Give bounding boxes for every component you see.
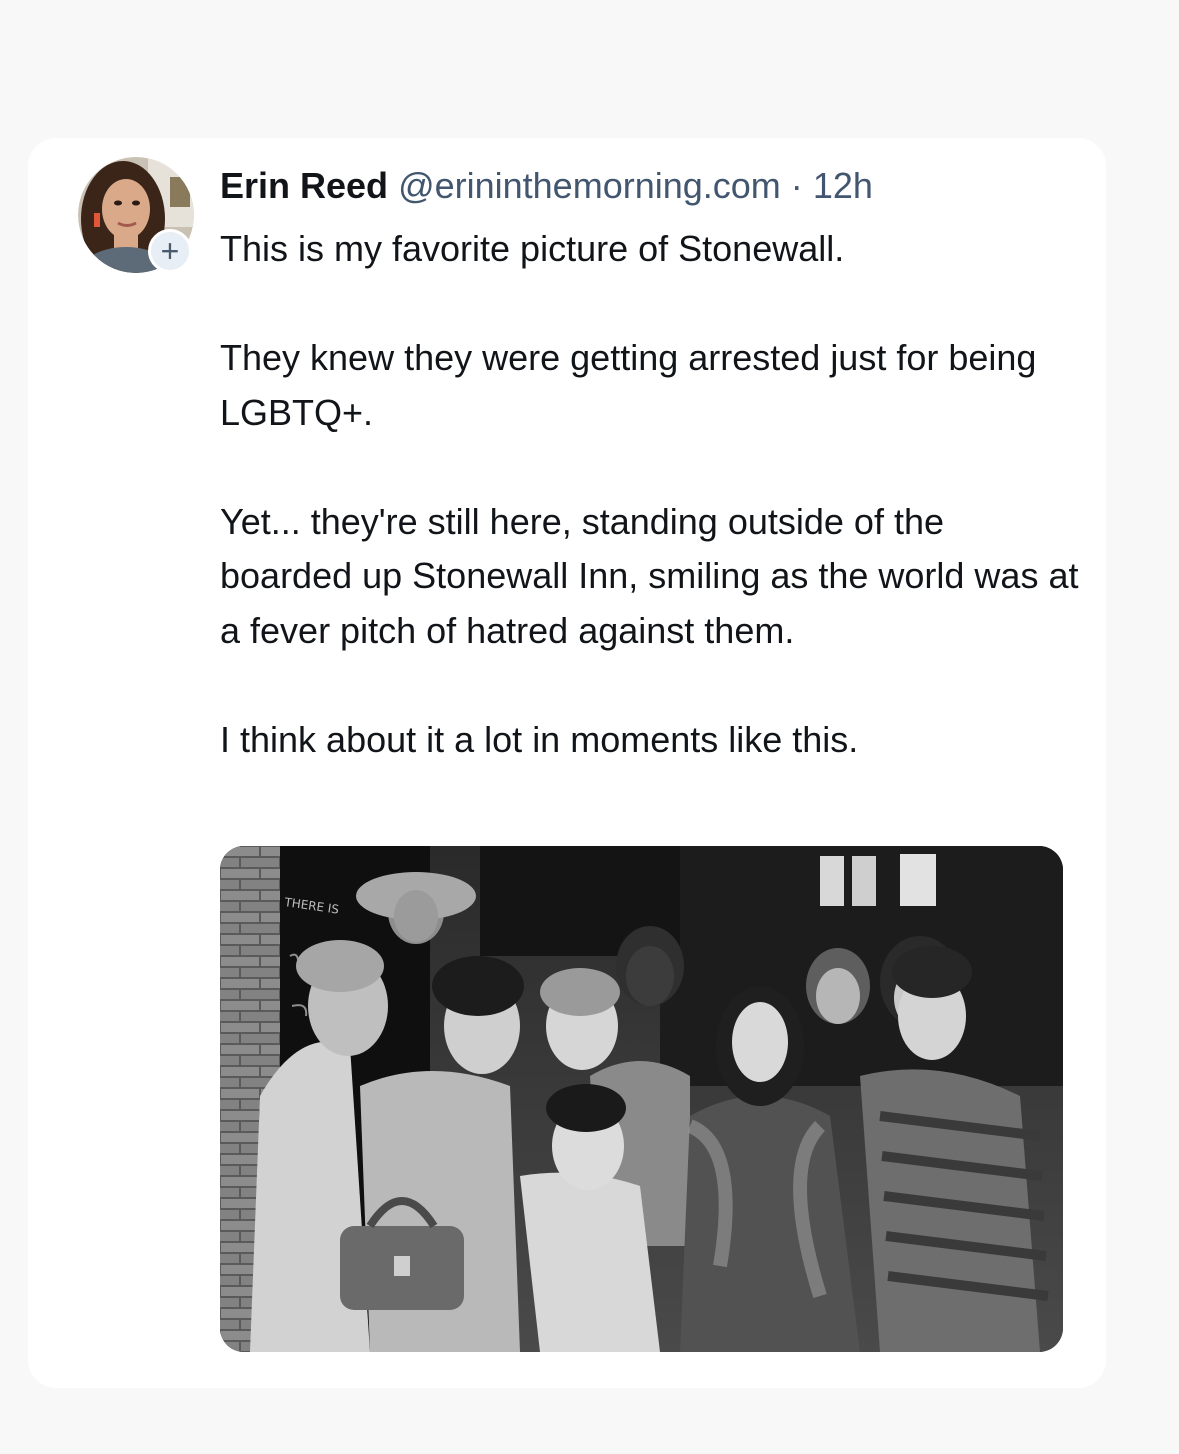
author-name[interactable]: Erin Reed xyxy=(220,165,388,206)
author-avatar-container[interactable]: + xyxy=(78,157,194,273)
post-header: Erin Reed @erininthemorning.com · 12h xyxy=(220,164,873,208)
stonewall-photo: THERE IS xyxy=(220,846,1063,1352)
post-paragraph: Yet... they're still here, standing outs… xyxy=(220,500,1079,651)
separator-dot: · xyxy=(790,165,803,206)
follow-plus-icon[interactable]: + xyxy=(148,229,192,273)
post-paragraph: They knew they were getting arrested jus… xyxy=(220,337,1037,433)
author-handle[interactable]: @erininthemorning.com xyxy=(398,165,781,206)
post-text: This is my favorite picture of Stonewall… xyxy=(220,222,1080,767)
post-paragraph: This is my favorite picture of Stonewall… xyxy=(220,228,845,269)
post-paragraph: I think about it a lot in moments like t… xyxy=(220,718,859,760)
post-image[interactable]: THERE IS xyxy=(220,846,1063,1352)
post-timestamp[interactable]: 12h xyxy=(813,165,873,206)
